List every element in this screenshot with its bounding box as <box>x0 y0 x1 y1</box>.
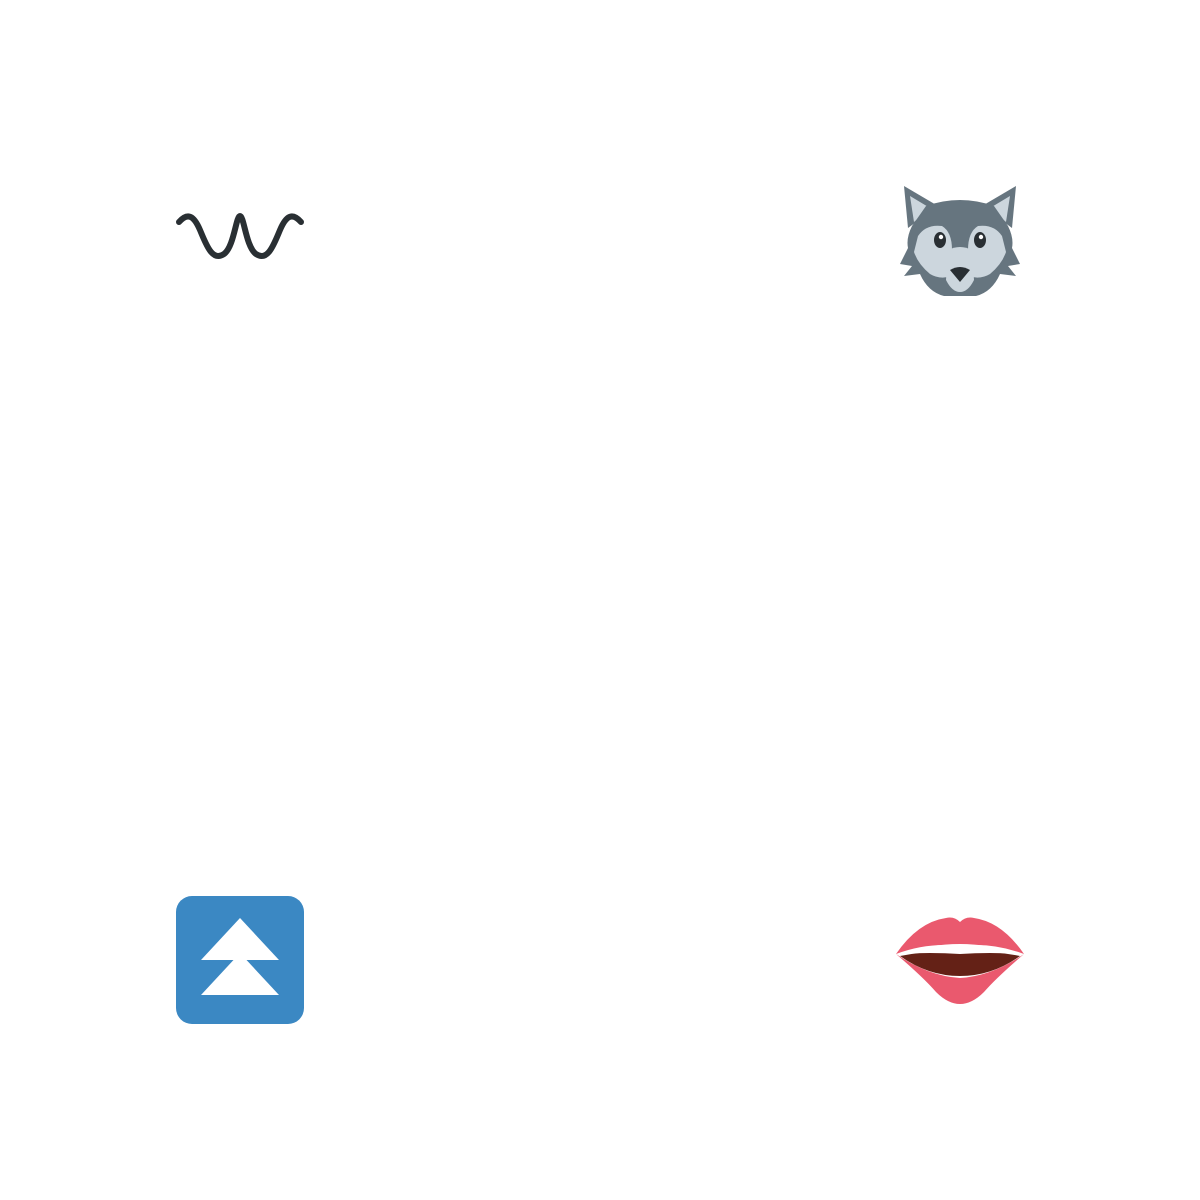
fast-up-button-icon <box>176 896 304 1024</box>
mouth-icon <box>896 896 1024 1024</box>
wolf-icon <box>896 176 1024 304</box>
wavy-dash-icon <box>176 176 304 304</box>
